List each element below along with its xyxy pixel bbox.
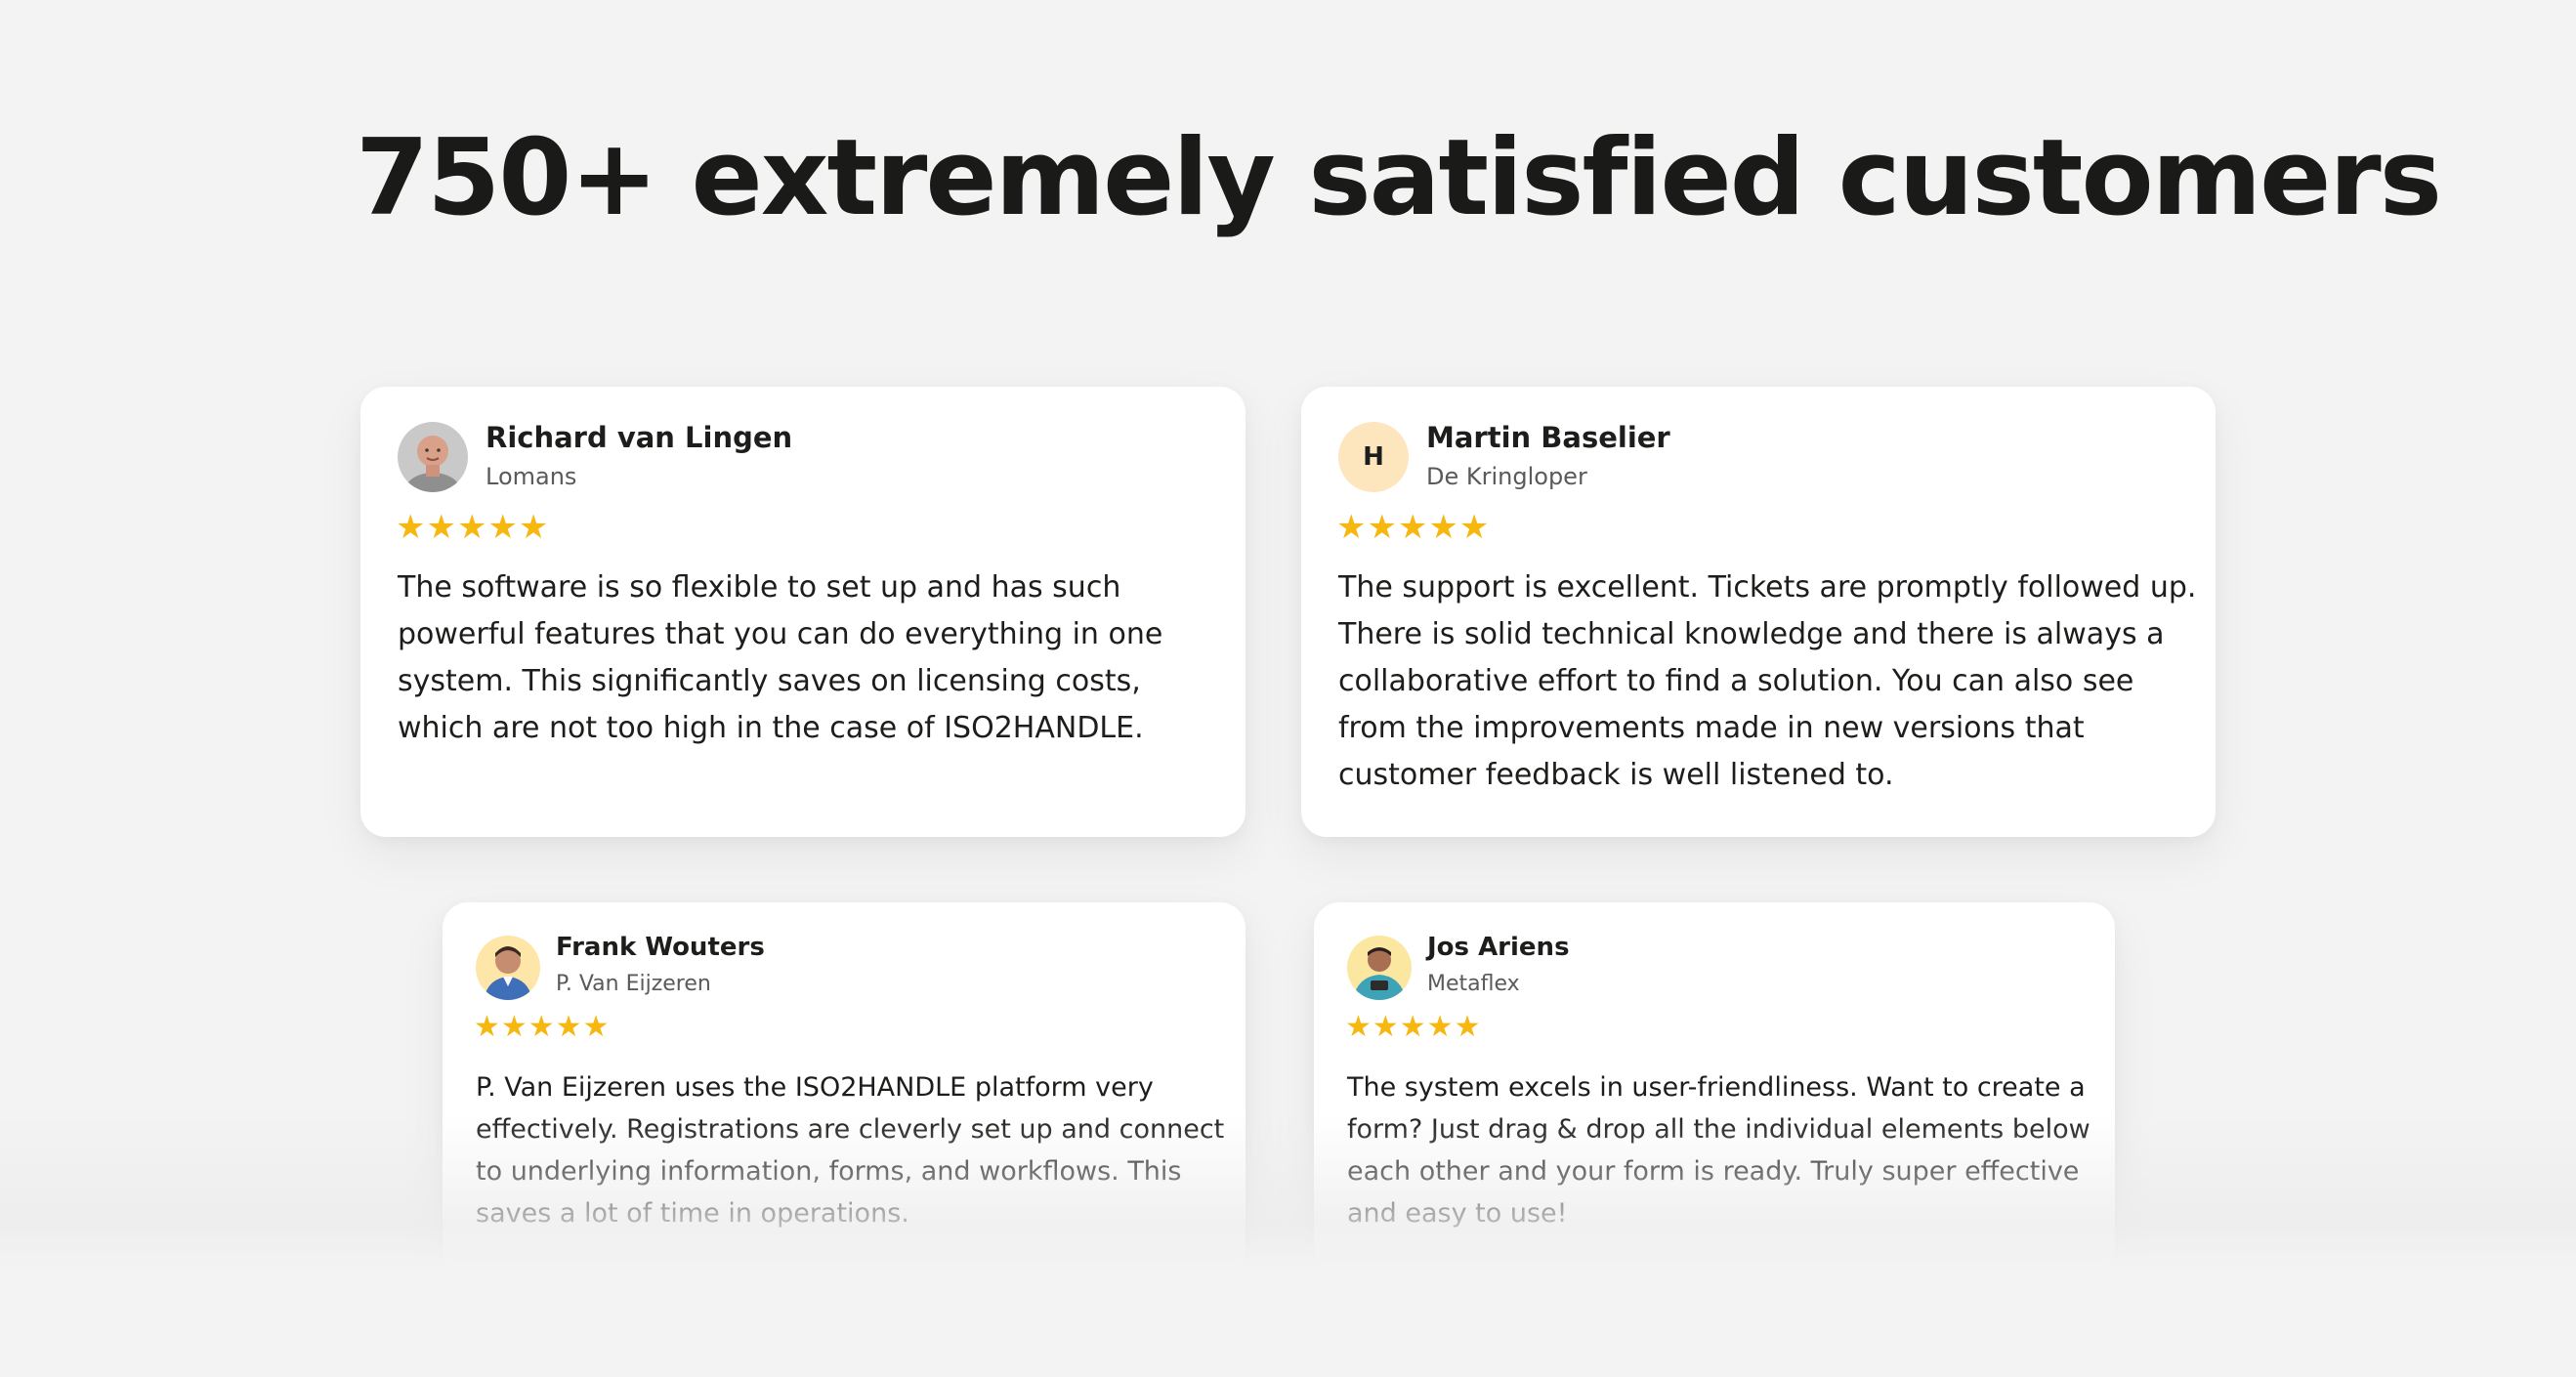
testimonial-card: Frank Wouters P. Van Eijzeren ★★★★★ P. V… [443,902,1246,1273]
testimonial-quote: P. Van Eijzeren uses the ISO2HANDLE plat… [476,1072,1225,1229]
author-name: Frank Wouters [556,933,765,962]
testimonial-header: Jos Ariens Metaflex [1347,932,1570,1000]
author-company: P. Van Eijzeren [556,972,711,996]
author-company: Metaflex [1427,972,1520,996]
testimonial-header: Frank Wouters P. Van Eijzeren [476,932,765,1000]
testimonial-quote: The support is excellent. Tickets are pr… [1338,570,2197,792]
star-rating: ★★★★★ [396,508,550,547]
page-title: 750+ extremely satisfied customers [356,117,2442,239]
author-name: Jos Ariens [1427,933,1570,962]
testimonial-card: Richard van Lingen Lomans ★★★★★ The soft… [360,387,1246,837]
person-photo-icon [1347,936,1412,1000]
testimonial-quote: The software is so flexible to set up an… [398,570,1163,745]
testimonial-header: H Martin Baselier De Kringloper [1338,420,1670,492]
author-name: Martin Baselier [1426,421,1670,454]
testimonial-card: H Martin Baselier De Kringloper ★★★★★ Th… [1301,387,2216,837]
person-photo-icon [398,422,468,492]
person-photo-icon [476,936,540,1000]
testimonial-author: Frank Wouters P. Van Eijzeren [556,932,765,998]
star-rating: ★★★★★ [474,1010,611,1044]
avatar-initial: H [1338,422,1409,492]
page-bottom-background [0,1270,2576,1377]
author-name: Richard van Lingen [486,421,793,454]
testimonial-header: Richard van Lingen Lomans [398,420,792,492]
star-rating: ★★★★★ [1345,1010,1482,1044]
author-company: De Kringloper [1426,463,1587,490]
author-company: Lomans [486,463,577,490]
testimonial-author: Martin Baselier De Kringloper [1426,420,1670,492]
testimonial-author: Jos Ariens Metaflex [1427,932,1570,998]
star-rating: ★★★★★ [1336,508,1491,547]
bottom-fade-overlay [0,1113,2576,1270]
testimonial-author: Richard van Lingen Lomans [486,420,792,492]
testimonial-card: Jos Ariens Metaflex ★★★★★ The system exc… [1314,902,2115,1273]
testimonial-quote: The system excels in user-friendliness. … [1347,1072,2090,1229]
